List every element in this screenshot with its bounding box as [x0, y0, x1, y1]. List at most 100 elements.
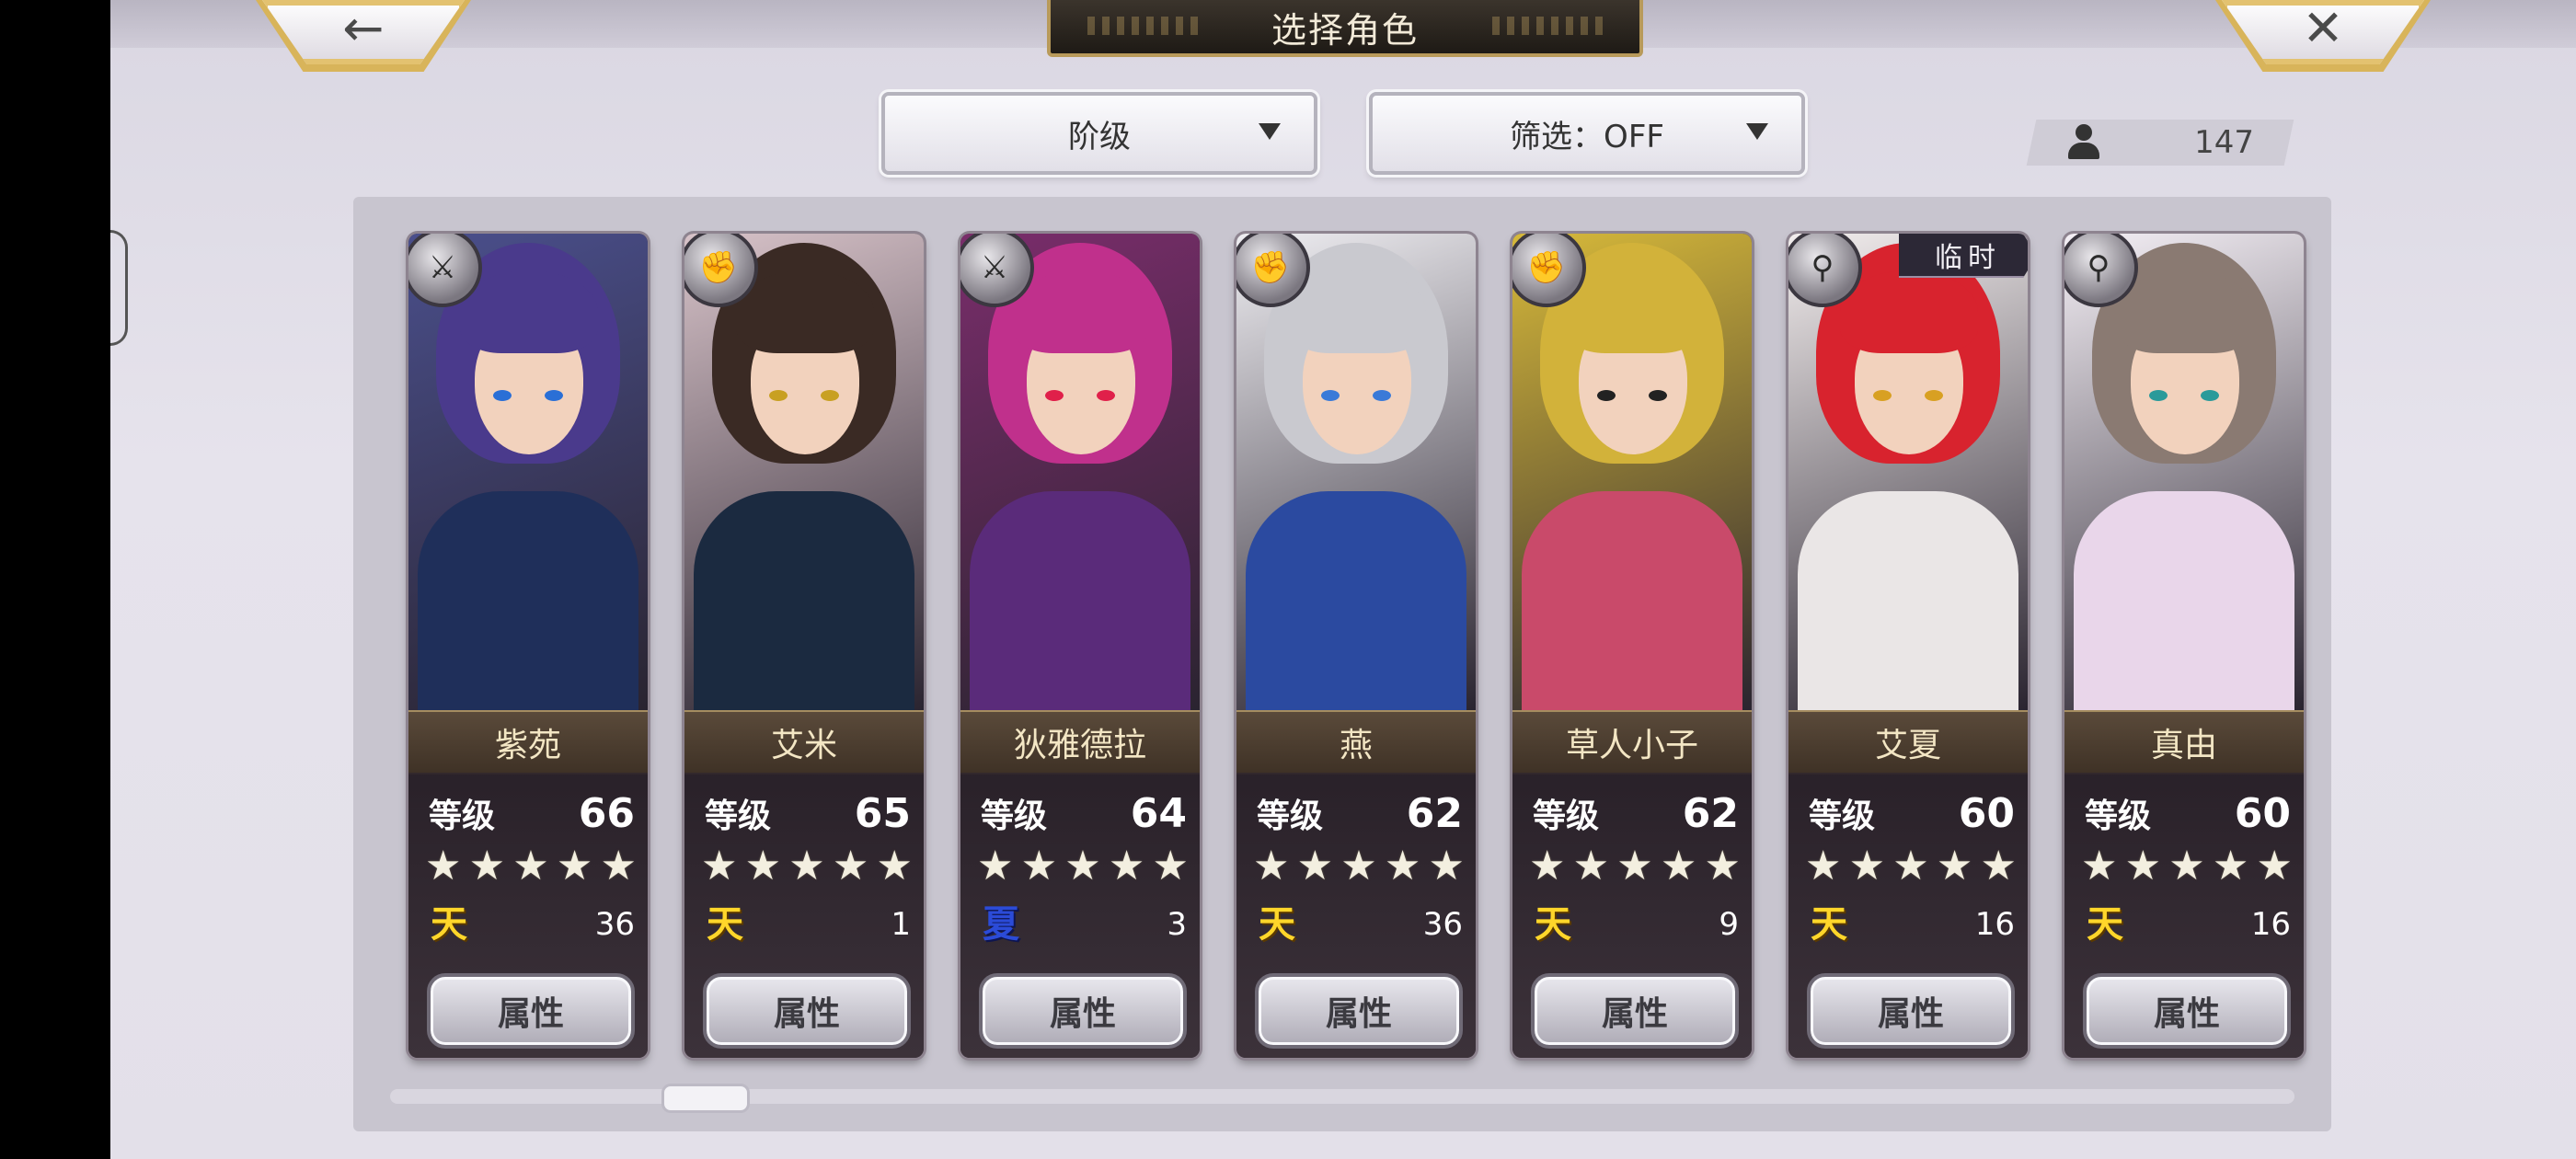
title-plate: 选择角色 — [1047, 0, 1643, 57]
element-row: 夏 3 — [979, 900, 1187, 949]
character-card[interactable]: ✊ 燕 等级 62 ★ ★ ★ ★ ★ 天 36 属性 — [1236, 234, 1476, 1058]
attributes-button[interactable]: 属性 — [1531, 973, 1739, 1049]
attributes-button[interactable]: 属性 — [427, 973, 635, 1049]
portrait-eye-left — [1597, 390, 1616, 401]
star-icon: ★ — [1936, 843, 1973, 889]
character-name: 紫苑 — [408, 710, 648, 775]
level-row: 等级 64 — [981, 789, 1187, 837]
star-icon: ★ — [1704, 843, 1741, 889]
portrait-eye-right — [1925, 390, 1943, 401]
level-label: 等级 — [429, 798, 496, 835]
star-icon: ★ — [701, 843, 738, 889]
scroll-thumb[interactable] — [661, 1084, 750, 1113]
character-stats: 等级 64 ★ ★ ★ ★ ★ 夏 3 属性 — [960, 773, 1200, 1058]
level-row: 等级 66 — [429, 789, 635, 837]
filter-dropdown-label: 筛选：OFF — [1510, 118, 1664, 155]
element-row: 天 1 — [703, 900, 911, 949]
portrait-bangs — [460, 270, 598, 353]
star-icon: ★ — [1384, 843, 1421, 889]
star-icon: ★ — [876, 843, 913, 889]
level-label: 等级 — [1533, 798, 1600, 835]
title-ornament-right — [1492, 17, 1603, 35]
star-icon: ★ — [1660, 843, 1697, 889]
level-value: 64 — [1130, 790, 1187, 837]
star-icon: ★ — [2081, 843, 2118, 889]
character-name: 狄雅德拉 — [960, 710, 1200, 775]
star-icon: ★ — [1572, 843, 1610, 889]
element-icon: 夏 — [983, 903, 1019, 946]
portrait-eye-left — [769, 390, 788, 401]
level-label: 等级 — [2085, 798, 2152, 835]
sort-dropdown[interactable]: 阶级 — [881, 92, 1317, 175]
star-icon: ★ — [1064, 843, 1101, 889]
star-icon: ★ — [1848, 843, 1886, 889]
star-icon: ★ — [977, 843, 1014, 889]
portrait-eye-right — [1649, 390, 1667, 401]
character-stats: 等级 62 ★ ★ ★ ★ ★ 天 36 属性 — [1236, 773, 1476, 1058]
star-icon: ★ — [1152, 843, 1189, 889]
star-icon: ★ — [1980, 843, 2017, 889]
character-name: 燕 — [1236, 710, 1476, 775]
element-value: 36 — [594, 906, 635, 943]
attributes-button[interactable]: 属性 — [979, 973, 1187, 1049]
chevron-down-icon — [1259, 123, 1281, 140]
star-rating: ★ ★ ★ ★ ★ — [2081, 844, 2293, 889]
roster-count: 147 — [2033, 120, 2291, 166]
portrait-bangs — [1288, 270, 1426, 353]
portrait-bangs — [1840, 270, 1978, 353]
star-rating: ★ ★ ★ ★ ★ — [977, 844, 1189, 889]
star-icon: ★ — [1529, 843, 1566, 889]
back-arrow-icon: ← — [342, 0, 385, 57]
character-card[interactable]: ⚔ 紫苑 等级 66 ★ ★ ★ ★ ★ 天 36 属性 — [408, 234, 648, 1058]
character-stats: 等级 65 ★ ★ ★ ★ ★ 天 1 属性 — [684, 773, 924, 1058]
level-label: 等级 — [981, 798, 1048, 835]
star-icon: ★ — [468, 843, 506, 889]
attributes-button[interactable]: 属性 — [1807, 973, 2015, 1049]
title-ornament-left — [1087, 17, 1198, 35]
portrait-bangs — [1564, 270, 1702, 353]
element-row: 天 9 — [1531, 900, 1739, 949]
character-stats: 等级 66 ★ ★ ★ ★ ★ 天 36 属性 — [408, 773, 648, 1058]
filter-dropdown[interactable]: 筛选：OFF — [1369, 92, 1805, 175]
level-value: 60 — [2234, 790, 2291, 837]
star-icon: ★ — [1892, 843, 1929, 889]
element-row: 天 36 — [1255, 900, 1463, 949]
portrait-eye-left — [2149, 390, 2168, 401]
element-value: 36 — [1422, 906, 1463, 943]
character-name: 草人小子 — [1512, 710, 1752, 775]
character-card[interactable]: ⚲ 真由 等级 60 ★ ★ ★ ★ ★ 天 16 属性 — [2064, 234, 2304, 1058]
portrait-eye-right — [1097, 390, 1115, 401]
star-rating: ★ ★ ★ ★ ★ — [425, 844, 637, 889]
star-icon: ★ — [512, 843, 549, 889]
character-name: 真由 — [2064, 710, 2304, 775]
character-card[interactable]: ⚔ 狄雅德拉 等级 64 ★ ★ ★ ★ ★ 夏 3 属性 — [960, 234, 1200, 1058]
page-title: 选择角色 — [1271, 9, 1419, 51]
character-stats: 等级 60 ★ ★ ★ ★ ★ 天 16 属性 — [1788, 773, 2028, 1058]
character-card[interactable]: ✊ 草人小子 等级 62 ★ ★ ★ ★ ★ 天 9 属性 — [1512, 234, 1752, 1058]
star-icon: ★ — [1428, 843, 1465, 889]
element-icon: 天 — [1811, 903, 1847, 946]
star-icon: ★ — [1616, 843, 1653, 889]
character-card[interactable]: ⚲ 临时 艾夏 等级 60 ★ ★ ★ ★ ★ 天 16 属性 — [1788, 234, 2028, 1058]
attributes-button[interactable]: 属性 — [703, 973, 911, 1049]
element-row: 天 16 — [2083, 900, 2291, 949]
star-rating: ★ ★ ★ ★ ★ — [1805, 844, 2017, 889]
star-icon: ★ — [832, 843, 869, 889]
attributes-button[interactable]: 属性 — [2083, 973, 2291, 1049]
character-stats: 等级 60 ★ ★ ★ ★ ★ 天 16 属性 — [2064, 773, 2304, 1058]
character-card[interactable]: ✊ 艾米 等级 65 ★ ★ ★ ★ ★ 天 1 属性 — [684, 234, 924, 1058]
element-row: 天 36 — [427, 900, 635, 949]
portrait-eye-right — [1373, 390, 1391, 401]
element-value: 16 — [1974, 906, 2015, 943]
star-rating: ★ ★ ★ ★ ★ — [1253, 844, 1465, 889]
star-icon: ★ — [1296, 843, 1334, 889]
star-icon: ★ — [1253, 843, 1290, 889]
level-row: 等级 62 — [1533, 789, 1739, 837]
person-icon — [2068, 124, 2099, 161]
star-icon: ★ — [788, 843, 825, 889]
attributes-button[interactable]: 属性 — [1255, 973, 1463, 1049]
star-rating: ★ ★ ★ ★ ★ — [1529, 844, 1741, 889]
element-icon: 天 — [1535, 903, 1571, 946]
portrait-eye-right — [2201, 390, 2219, 401]
star-icon: ★ — [1020, 843, 1058, 889]
